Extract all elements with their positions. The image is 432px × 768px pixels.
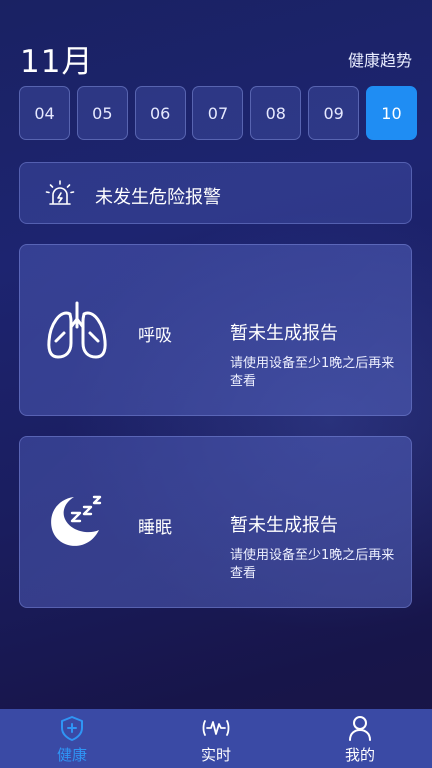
alarm-status-text: 未发生危险报警 xyxy=(95,187,221,208)
breathing-label: 呼吸 xyxy=(138,326,172,346)
date-chip-05[interactable]: 05 xyxy=(76,86,128,140)
header: 11月 健康趋势 xyxy=(0,0,432,80)
health-trend-link[interactable]: 健康趋势 xyxy=(348,47,412,71)
danger-alarm-card[interactable]: 未发生危险报警 xyxy=(19,162,412,224)
breathing-report-status: 暂未生成报告 xyxy=(230,323,338,344)
shield-icon xyxy=(61,716,83,741)
sleep-label: 睡眠 xyxy=(138,518,172,538)
sleep-report-status: 暂未生成报告 xyxy=(230,515,338,536)
date-chip-07[interactable]: 07 xyxy=(192,86,244,140)
date-chip-08[interactable]: 08 xyxy=(250,86,302,140)
tab-realtime-label: 实时 xyxy=(200,746,231,764)
date-chip-10-selected[interactable]: 10 xyxy=(365,86,417,140)
breathing-report-hint: 请使用设备至少1晚之后再来查看 xyxy=(230,356,395,389)
breathing-report-card[interactable]: 呼吸 暂未生成报告 请使用设备至少1晚之后再来查看 xyxy=(19,244,412,416)
moon-zzz-icon xyxy=(51,495,102,546)
date-selector: 04 05 06 07 08 09 10 xyxy=(19,86,417,142)
lungs-icon xyxy=(47,301,107,359)
tab-realtime[interactable]: 实时 xyxy=(144,709,288,768)
person-icon xyxy=(349,716,371,741)
tab-mine[interactable]: 我的 xyxy=(288,709,432,768)
date-chip-04[interactable]: 04 xyxy=(19,86,70,140)
pulse-wave-icon xyxy=(202,720,230,736)
tab-mine-label: 我的 xyxy=(344,746,375,764)
sleep-report-hint: 请使用设备至少1晚之后再来查看 xyxy=(230,548,395,581)
tab-health-label: 健康 xyxy=(56,746,87,764)
tab-health[interactable]: 健康 xyxy=(0,709,144,768)
month-title: 11月 xyxy=(20,44,94,80)
bottom-tab-bar: 健康 实时 我的 xyxy=(0,709,432,768)
date-chip-09[interactable]: 09 xyxy=(308,86,360,140)
siren-icon xyxy=(45,180,75,205)
sleep-report-card[interactable]: 睡眠 暂未生成报告 请使用设备至少1晚之后再来查看 xyxy=(19,436,412,608)
date-chip-06[interactable]: 06 xyxy=(134,86,186,140)
